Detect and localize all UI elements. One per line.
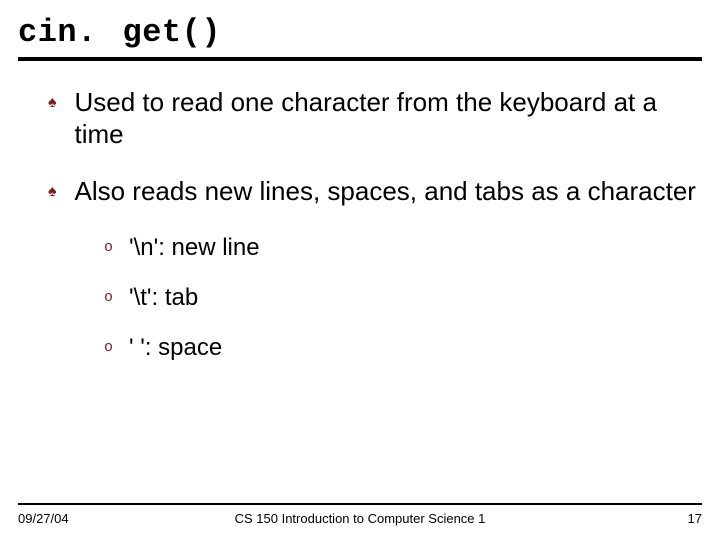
sub-bullet-item: o '\t': tab bbox=[104, 284, 698, 312]
footer-page-number: 17 bbox=[688, 511, 702, 526]
sub-marker-icon: o bbox=[104, 334, 113, 362]
footer: 09/27/04 CS 150 Introduction to Computer… bbox=[18, 503, 702, 526]
spade-icon: ♠ bbox=[48, 176, 57, 208]
footer-course: CS 150 Introduction to Computer Science … bbox=[235, 511, 486, 526]
sub-bullet-text: ' ': space bbox=[129, 334, 222, 362]
footer-row: 09/27/04 CS 150 Introduction to Computer… bbox=[18, 511, 702, 526]
sub-bullet-list: o '\n': new line o '\t': tab o ' ': spac… bbox=[48, 234, 698, 362]
footer-divider bbox=[18, 503, 702, 505]
bullet-text: Also reads new lines, spaces, and tabs a… bbox=[75, 176, 696, 208]
sub-marker-icon: o bbox=[104, 284, 113, 312]
sub-bullet-item: o '\n': new line bbox=[104, 234, 698, 262]
spade-icon: ♠ bbox=[48, 87, 57, 119]
title-divider bbox=[18, 57, 702, 61]
content-area: ♠ Used to read one character from the ke… bbox=[18, 87, 702, 362]
footer-date: 09/27/04 bbox=[18, 511, 69, 526]
sub-bullet-text: '\n': new line bbox=[129, 234, 260, 262]
bullet-item: ♠ Used to read one character from the ke… bbox=[48, 87, 698, 150]
sub-bullet-text: '\t': tab bbox=[129, 284, 198, 312]
slide-title: cin. get() bbox=[18, 14, 702, 51]
bullet-text: Used to read one character from the keyb… bbox=[75, 87, 699, 150]
slide: cin. get() ♠ Used to read one character … bbox=[0, 0, 720, 540]
sub-marker-icon: o bbox=[104, 234, 113, 262]
sub-bullet-item: o ' ': space bbox=[104, 334, 698, 362]
bullet-item: ♠ Also reads new lines, spaces, and tabs… bbox=[48, 176, 698, 208]
